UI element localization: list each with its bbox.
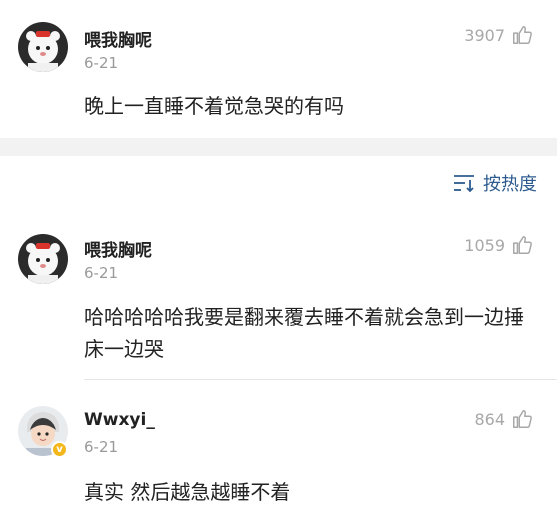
comment-content: 真实 然后越急越睡不着 xyxy=(84,480,291,504)
post-content: 晚上一直睡不着觉急哭的有吗 xyxy=(84,94,344,118)
like-count: 1059 xyxy=(464,235,505,255)
thumbs-up-icon xyxy=(513,236,532,254)
thumbs-up-icon xyxy=(513,410,532,428)
username[interactable]: 喂我胸呢 xyxy=(84,236,152,261)
avatar[interactable] xyxy=(18,234,68,284)
thumbs-up-icon xyxy=(513,26,532,44)
like-button[interactable]: 1059 xyxy=(464,234,533,256)
like-button[interactable]: 3907 xyxy=(464,24,533,46)
verified-badge: v xyxy=(51,441,68,458)
comment-item: 喂我胸呢 6-21 1059 哈哈哈哈哈我要是翻来覆去睡不着就会急到一边捶床一边… xyxy=(0,210,557,380)
original-post: 喂我胸呢 6-21 3907 晚上一直睡不着觉急哭的有吗 xyxy=(0,0,557,138)
comment-content: 哈哈哈哈哈我要是翻来覆去睡不着就会急到一边捶床一边哭 xyxy=(84,305,524,361)
sort-by-hot-button[interactable]: 按热度 xyxy=(453,170,537,196)
like-button[interactable]: 864 xyxy=(474,408,533,430)
sort-bar: 按热度 xyxy=(0,156,557,210)
sort-label: 按热度 xyxy=(483,174,537,195)
username[interactable]: Wwxyi_ xyxy=(84,410,155,430)
comment-divider xyxy=(84,379,557,380)
avatar-icon xyxy=(18,234,68,284)
post-date: 6-21 xyxy=(84,54,119,72)
comment-date: 6-21 xyxy=(84,438,119,456)
like-count: 3907 xyxy=(464,25,505,45)
avatar-icon xyxy=(18,22,68,72)
sort-icon xyxy=(454,175,474,192)
comment-item: v Wwxyi_ 6-21 864 真实 然后越急越睡不着 xyxy=(0,384,557,518)
like-count: 864 xyxy=(474,409,505,429)
username[interactable]: 喂我胸呢 xyxy=(84,26,152,51)
comment-date: 6-21 xyxy=(84,264,119,282)
avatar[interactable] xyxy=(18,22,68,72)
section-divider xyxy=(0,138,557,156)
